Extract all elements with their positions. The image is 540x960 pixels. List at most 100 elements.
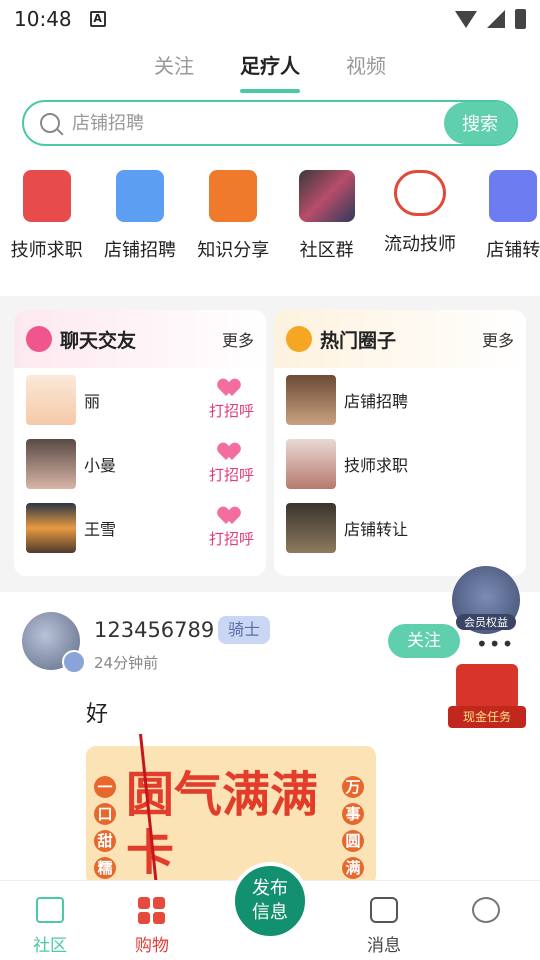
quick-entry-store-transfer[interactable]: 店铺转 — [467, 170, 540, 262]
top-tabs: 关注 足疗人 视频 — [0, 50, 540, 93]
circle-card: 热门圈子 更多 店铺招聘 技师求职 店铺转让 — [274, 310, 526, 576]
circle-row[interactable]: 技师求职 — [274, 432, 526, 496]
tab-follow[interactable]: 关注 — [154, 50, 194, 93]
post-time: 24分钟前 — [94, 654, 159, 672]
tab-video[interactable]: 视频 — [346, 50, 386, 93]
chat-user-name: 小曼 — [84, 456, 117, 475]
search-bar: 搜索 — [22, 100, 518, 146]
chat-user-name: 王雪 — [84, 520, 117, 539]
tab-shopping[interactable]: 购物 — [112, 897, 192, 956]
level-badge-icon — [62, 650, 86, 674]
avatar — [26, 439, 76, 489]
circle-thumbnail — [286, 439, 336, 489]
quick-entry-label: 社区群 — [299, 240, 354, 261]
circle-icon — [286, 326, 312, 352]
chat-icon — [26, 326, 52, 352]
chat-user-row[interactable]: 小曼 打招呼 — [14, 432, 266, 496]
quick-entry-mobile-therapist[interactable]: 流动技师 — [373, 170, 466, 262]
quick-entry-label: 店铺招聘 — [103, 240, 176, 261]
chat-user-row[interactable]: 丽 打招呼 — [14, 368, 266, 432]
post-image[interactable]: 一 口 甜 糯 圆气满满卡 万 事 圆 满 — [86, 746, 376, 886]
circle-thumbnail — [286, 375, 336, 425]
people-icon — [393, 170, 446, 216]
quick-entry-store-hiring[interactable]: 店铺招聘 — [93, 170, 186, 262]
image-right-text: 万 事 圆 满 — [342, 776, 366, 884]
chat-user-row[interactable]: 王雪 打招呼 — [14, 496, 266, 560]
quick-entry-label: 知识分享 — [197, 240, 270, 261]
wifi-icon — [455, 10, 477, 28]
level-tag: 骑士 — [218, 616, 271, 644]
home-icon — [36, 897, 64, 923]
task-label: 现金任务 — [448, 706, 526, 728]
profile-icon — [472, 897, 500, 923]
store-icon — [489, 170, 538, 222]
tab-label: 消息 — [367, 936, 401, 956]
circle-name: 店铺转让 — [344, 520, 409, 539]
heart-icon — [220, 508, 242, 524]
grid-icon — [138, 897, 166, 924]
book-icon — [209, 170, 258, 222]
quick-entry-label: 技师求职 — [10, 240, 83, 261]
avatar — [26, 503, 76, 553]
greet-button[interactable]: 打招呼 — [209, 444, 254, 485]
tab-me[interactable] — [446, 897, 526, 931]
tab-label: 购物 — [135, 936, 169, 956]
tab-foot-therapists[interactable]: 足疗人 — [240, 50, 300, 93]
tab-community[interactable]: 社区 — [10, 897, 90, 956]
search-button[interactable]: 搜索 — [444, 102, 516, 144]
vip-label: 会员权益 — [456, 614, 516, 630]
publish-label: 发布信息 — [252, 878, 288, 923]
chat-more-link[interactable]: 更多 — [222, 327, 254, 351]
more-options-icon[interactable]: ••• — [476, 632, 514, 656]
status-bar: 10:48 A — [0, 0, 540, 38]
signal-icon — [487, 10, 505, 28]
chat-user-name: 丽 — [84, 392, 101, 411]
circle-card-header: 热门圈子 更多 — [274, 310, 526, 368]
quick-entry-label: 店铺转 — [486, 240, 540, 261]
greet-button[interactable]: 打招呼 — [209, 380, 254, 421]
heart-icon — [220, 444, 242, 460]
greet-button[interactable]: 打招呼 — [209, 508, 254, 549]
notification-icon: A — [89, 11, 106, 27]
vip-benefits-button[interactable]: 会员权益 — [452, 566, 520, 634]
circle-row[interactable]: 店铺转让 — [274, 496, 526, 560]
treasure-chest-icon — [456, 664, 518, 710]
greet-label: 打招呼 — [208, 465, 254, 484]
post-username[interactable]: 123456789 — [94, 618, 214, 642]
chat-card-title: 聊天交友 — [60, 329, 137, 352]
feature-cards: 聊天交友 更多 丽 打招呼 小曼 打招呼 王雪 打招呼 热门圈子 更多 店铺招聘… — [14, 310, 526, 576]
circle-name: 技师求职 — [344, 456, 409, 475]
quick-entry-community-group[interactable]: 社区群 — [280, 170, 373, 262]
message-icon — [370, 897, 398, 923]
avatar — [26, 375, 76, 425]
quick-entry-label: 流动技师 — [383, 234, 456, 255]
image-left-text: 一 口 甜 糯 — [94, 776, 118, 884]
circle-more-link[interactable]: 更多 — [482, 327, 514, 351]
search-icon — [40, 113, 60, 133]
chat-card-header: 聊天交友 更多 — [14, 310, 266, 368]
post-text: 好 — [86, 702, 109, 727]
tab-messages[interactable]: 消息 — [344, 897, 424, 956]
greet-label: 打招呼 — [208, 529, 254, 548]
quick-entry-job-seeking[interactable]: 技师求职 — [0, 170, 93, 262]
battery-icon — [515, 9, 526, 29]
status-time: 10:48 — [14, 7, 72, 31]
quick-entry-knowledge[interactable]: 知识分享 — [187, 170, 280, 262]
quick-entries: 技师求职 店铺招聘 知识分享 社区群 流动技师 店铺转 — [0, 170, 540, 262]
follow-button[interactable]: 关注 — [388, 624, 460, 658]
circle-name: 店铺招聘 — [344, 392, 409, 411]
chat-card: 聊天交友 更多 丽 打招呼 小曼 打招呼 王雪 打招呼 — [14, 310, 266, 576]
circle-card-title: 热门圈子 — [320, 329, 397, 352]
publish-button[interactable]: 发布信息 — [231, 862, 309, 940]
circle-row[interactable]: 店铺招聘 — [274, 368, 526, 432]
cash-task-button[interactable]: 现金任务 — [448, 660, 526, 736]
resume-icon — [22, 170, 71, 222]
search-input[interactable] — [72, 112, 432, 134]
document-icon — [115, 170, 164, 222]
tab-label: 社区 — [33, 936, 67, 956]
heart-icon — [220, 380, 242, 396]
avatar[interactable] — [22, 612, 86, 674]
circle-thumbnail — [286, 503, 336, 553]
greet-label: 打招呼 — [208, 401, 254, 420]
image-main-text: 圆气满满卡 — [126, 767, 319, 881]
